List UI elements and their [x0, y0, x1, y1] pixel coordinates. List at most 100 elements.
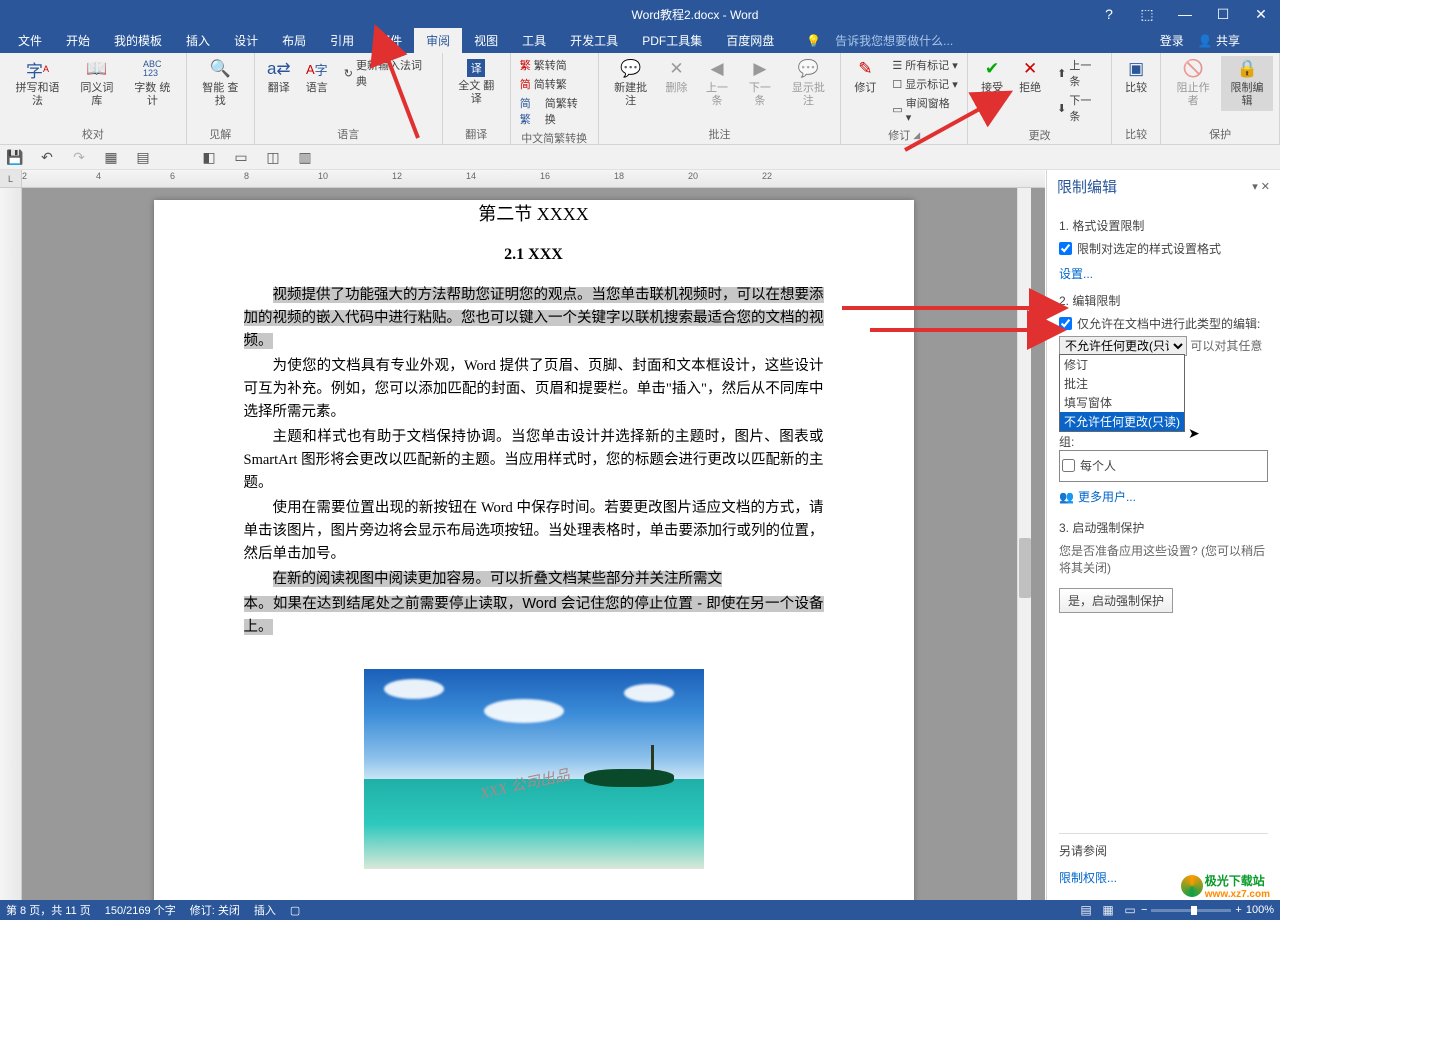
new-comment-button[interactable]: 💬新建批注 [605, 56, 657, 111]
delete-comment-button[interactable]: ✕删除 [659, 56, 695, 98]
tab-baidu[interactable]: 百度网盘 [714, 28, 786, 53]
option-revisions[interactable]: 修订 [1060, 355, 1184, 374]
view-web[interactable]: ▭ [1119, 901, 1141, 919]
vertical-scrollbar[interactable] [1017, 188, 1031, 900]
tab-developer[interactable]: 开发工具 [558, 28, 630, 53]
editing-type-select[interactable]: 不允许任何更改(只读) [1059, 336, 1187, 356]
zoom-out[interactable]: − [1141, 904, 1147, 916]
tab-design[interactable]: 设计 [222, 28, 270, 53]
more-users-link[interactable]: 👥更多用户... [1059, 488, 1268, 505]
group-protect: 🚫阻止作者 🔒限制编辑 保护 [1161, 53, 1280, 144]
qat-view2[interactable]: ▤ [134, 148, 152, 166]
group-chinese-conversion: 繁繁转简 简简转繁 简繁简繁转换 中文简繁转换 [511, 53, 599, 144]
document-area[interactable]: 第二节 XXXX 2.1 XXX 视频提供了功能强大的方法帮助您证明您的观点。当… [22, 188, 1045, 900]
qat-view6[interactable]: ▥ [296, 148, 314, 166]
status-insert[interactable]: 插入 [254, 902, 276, 918]
ruler-corner[interactable]: L [0, 170, 22, 188]
everyone-checkbox[interactable]: 每个人 [1062, 457, 1265, 474]
horizontal-ruler[interactable]: 246810121416182022 [22, 170, 1045, 188]
status-extra[interactable]: ▢ [290, 904, 300, 917]
ribbon-display-options[interactable]: ⬚ [1128, 0, 1166, 28]
wordcount-button[interactable]: ABC123字数 统计 [125, 56, 180, 111]
minimize-button[interactable]: — [1166, 0, 1204, 28]
qat-save[interactable]: 💾 [6, 148, 24, 166]
qat-undo[interactable]: ↶ [38, 148, 56, 166]
vertical-ruler[interactable] [0, 188, 22, 900]
x-icon: ✕ [1020, 59, 1040, 79]
settings-link[interactable]: 设置... [1059, 265, 1093, 282]
prev-change-button[interactable]: ⬆上一条 [1054, 56, 1105, 90]
qat-view5[interactable]: ◫ [264, 148, 282, 166]
qat-view1[interactable]: ▦ [102, 148, 120, 166]
tracking-launcher[interactable]: ◢ [913, 130, 920, 141]
restrict-editing-button[interactable]: 🔒限制编辑 [1221, 56, 1273, 111]
status-track[interactable]: 修订: 关闭 [190, 902, 240, 918]
tab-mytemplates[interactable]: 我的模板 [102, 28, 174, 53]
formatting-restrictions-checkbox[interactable]: 限制对选定的样式设置格式 [1059, 240, 1268, 257]
tab-file[interactable]: 文件 [6, 28, 54, 53]
share-button[interactable]: 👤 共享 [1198, 32, 1240, 49]
editing-restrictions-checkbox[interactable]: 仅允许在文档中进行此类型的编辑: [1059, 315, 1268, 332]
tab-pdf[interactable]: PDF工具集 [630, 28, 714, 53]
smart-lookup-button[interactable]: 🔍智能 查找 [193, 56, 248, 111]
tab-review[interactable]: 审阅 [414, 28, 462, 53]
fulltext-translate-button[interactable]: 译全文 翻译 [449, 56, 504, 109]
show-markup-dropdown[interactable]: ☐显示标记 ▾ [889, 75, 961, 93]
block-icon: 🚫 [1183, 59, 1203, 79]
qat-view4[interactable]: ▭ [232, 148, 250, 166]
reject-button[interactable]: ✕拒绝 [1012, 56, 1048, 98]
exceptions-box[interactable]: 每个人 [1059, 450, 1268, 482]
group-comments: 💬新建批注 ✕删除 ◀上一条 ▶下一条 💬显示批注 批注 [599, 53, 842, 144]
close-button[interactable]: ✕ [1242, 0, 1280, 28]
scrollbar-thumb[interactable] [1019, 538, 1031, 598]
qat-redo[interactable]: ↷ [70, 148, 88, 166]
block-authors-button[interactable]: 🚫阻止作者 [1167, 56, 1219, 111]
tab-references[interactable]: 引用 [318, 28, 366, 53]
tab-tools[interactable]: 工具 [510, 28, 558, 53]
group-insights: 🔍智能 查找 见解 [187, 53, 255, 144]
tab-layout[interactable]: 布局 [270, 28, 318, 53]
zoom-slider[interactable] [1151, 909, 1231, 912]
chinese-convert-button[interactable]: 简繁简繁转换 [517, 94, 592, 128]
language-button[interactable]: A字语言 [299, 56, 335, 98]
thesaurus-button[interactable]: 📖同义词库 [71, 56, 123, 111]
restrict-permission-link[interactable]: 限制权限... [1059, 869, 1117, 886]
inline-image[interactable]: XXX 公司出品 [364, 669, 704, 869]
option-forms[interactable]: 填写窗体 [1060, 393, 1184, 412]
tellme-input[interactable]: 告诉我您想要做什么... [835, 32, 953, 49]
login-link[interactable]: 登录 [1160, 32, 1184, 49]
panel-close[interactable]: ✕ [1261, 181, 1270, 193]
tab-view[interactable]: 视图 [462, 28, 510, 53]
prev-comment-button[interactable]: ◀上一条 [697, 56, 738, 111]
next-comment-button[interactable]: ▶下一条 [739, 56, 780, 111]
panel-title: 限制编辑 [1057, 176, 1117, 197]
next-change-button[interactable]: ⬇下一条 [1054, 91, 1105, 125]
spellcheck-button[interactable]: 字A拼写和语法 [6, 56, 69, 111]
reviewing-pane-dropdown[interactable]: ▭审阅窗格 ▾ [889, 94, 961, 125]
qat-view3[interactable]: ◧ [200, 148, 218, 166]
view-print[interactable]: ▦ [1097, 901, 1119, 919]
zoom-level[interactable]: 100% [1246, 904, 1274, 916]
zoom-in[interactable]: + [1235, 904, 1241, 916]
view-read[interactable]: ▤ [1075, 901, 1097, 919]
panel-dropdown[interactable]: ▾ [1252, 181, 1258, 193]
help-button[interactable]: ? [1090, 0, 1128, 28]
track-changes-button[interactable]: ✎修订 [847, 56, 883, 98]
maximize-button[interactable]: ☐ [1204, 0, 1242, 28]
tab-insert[interactable]: 插入 [174, 28, 222, 53]
update-ime-button[interactable]: ↻更新输入法词典 [341, 56, 436, 90]
display-for-review-dropdown[interactable]: ☰所有标记 ▾ [889, 56, 961, 74]
option-comments[interactable]: 批注 [1060, 374, 1184, 393]
status-page[interactable]: 第 8 页，共 11 页 [6, 902, 91, 918]
show-comments-button[interactable]: 💬显示批注 [782, 56, 834, 111]
status-wordcount[interactable]: 150/2169 个字 [105, 902, 176, 918]
accept-button[interactable]: ✔接受 [974, 56, 1010, 98]
translate-button[interactable]: a⇄翻译 [261, 56, 297, 98]
simp-to-trad-button[interactable]: 简简转繁 [517, 75, 592, 93]
option-readonly[interactable]: 不允许任何更改(只读) [1060, 412, 1184, 431]
compare-button[interactable]: ▣比较 [1118, 56, 1154, 98]
trad-to-simp-button[interactable]: 繁繁转简 [517, 56, 592, 74]
tab-home[interactable]: 开始 [54, 28, 102, 53]
tab-mail[interactable]: 邮件 [366, 28, 414, 53]
start-enforcement-button[interactable]: 是，启动强制保护 [1059, 588, 1173, 613]
